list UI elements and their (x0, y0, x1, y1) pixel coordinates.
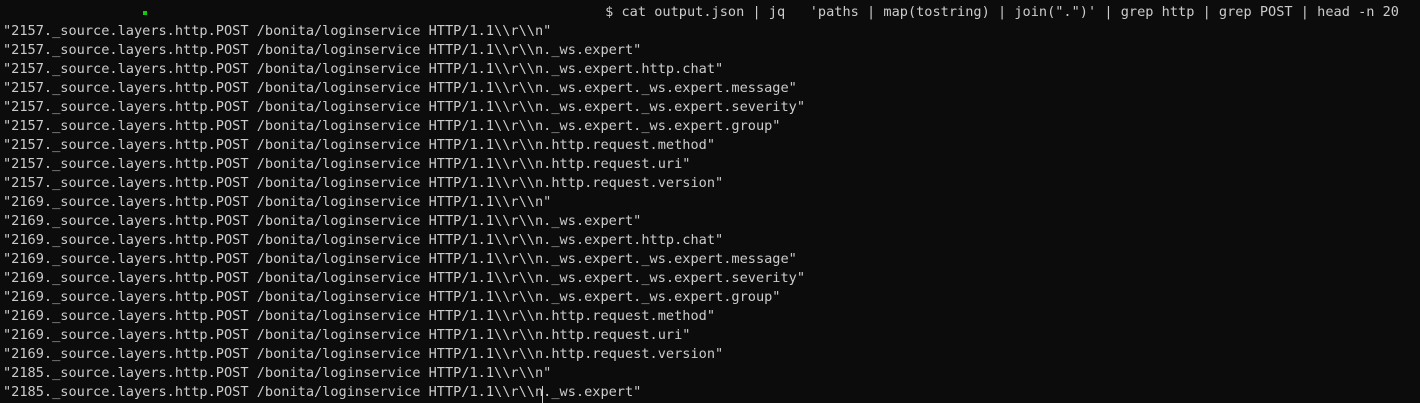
command-line: $ cat output.json | jq 'paths | map(tost… (605, 4, 1399, 20)
prompt-status-indicator (143, 11, 147, 15)
output-line: "2185._source.layers.http.POST /bonita/l… (3, 384, 642, 400)
output-line: "2169._source.layers.http.POST /bonita/l… (3, 346, 724, 362)
output-line: "2169._source.layers.http.POST /bonita/l… (3, 327, 691, 343)
output-line: "2169._source.layers.http.POST /bonita/l… (3, 213, 642, 229)
command-output: "2157._source.layers.http.POST /bonita/l… (3, 22, 805, 402)
output-line: "2157._source.layers.http.POST /bonita/l… (3, 80, 797, 96)
output-line: "2169._source.layers.http.POST /bonita/l… (3, 251, 797, 267)
text-cursor (542, 386, 543, 403)
output-line: "2169._source.layers.http.POST /bonita/l… (3, 270, 806, 286)
output-line: "2157._source.layers.http.POST /bonita/l… (3, 23, 552, 39)
output-line: "2157._source.layers.http.POST /bonita/l… (3, 118, 781, 134)
output-line: "2157._source.layers.http.POST /bonita/l… (3, 175, 724, 191)
output-line: "2185._source.layers.http.POST /bonita/l… (3, 365, 552, 381)
terminal-window[interactable]: $ cat output.json | jq 'paths | map(tost… (0, 0, 1420, 403)
output-line: "2169._source.layers.http.POST /bonita/l… (3, 232, 724, 248)
output-line: "2157._source.layers.http.POST /bonita/l… (3, 61, 724, 77)
output-line: "2169._source.layers.http.POST /bonita/l… (3, 289, 781, 305)
output-line: "2157._source.layers.http.POST /bonita/l… (3, 156, 691, 172)
output-line: "2169._source.layers.http.POST /bonita/l… (3, 308, 716, 324)
output-line: "2157._source.layers.http.POST /bonita/l… (3, 42, 642, 58)
output-line: "2157._source.layers.http.POST /bonita/l… (3, 99, 806, 115)
output-line: "2157._source.layers.http.POST /bonita/l… (3, 137, 716, 153)
output-line: "2169._source.layers.http.POST /bonita/l… (3, 194, 552, 210)
